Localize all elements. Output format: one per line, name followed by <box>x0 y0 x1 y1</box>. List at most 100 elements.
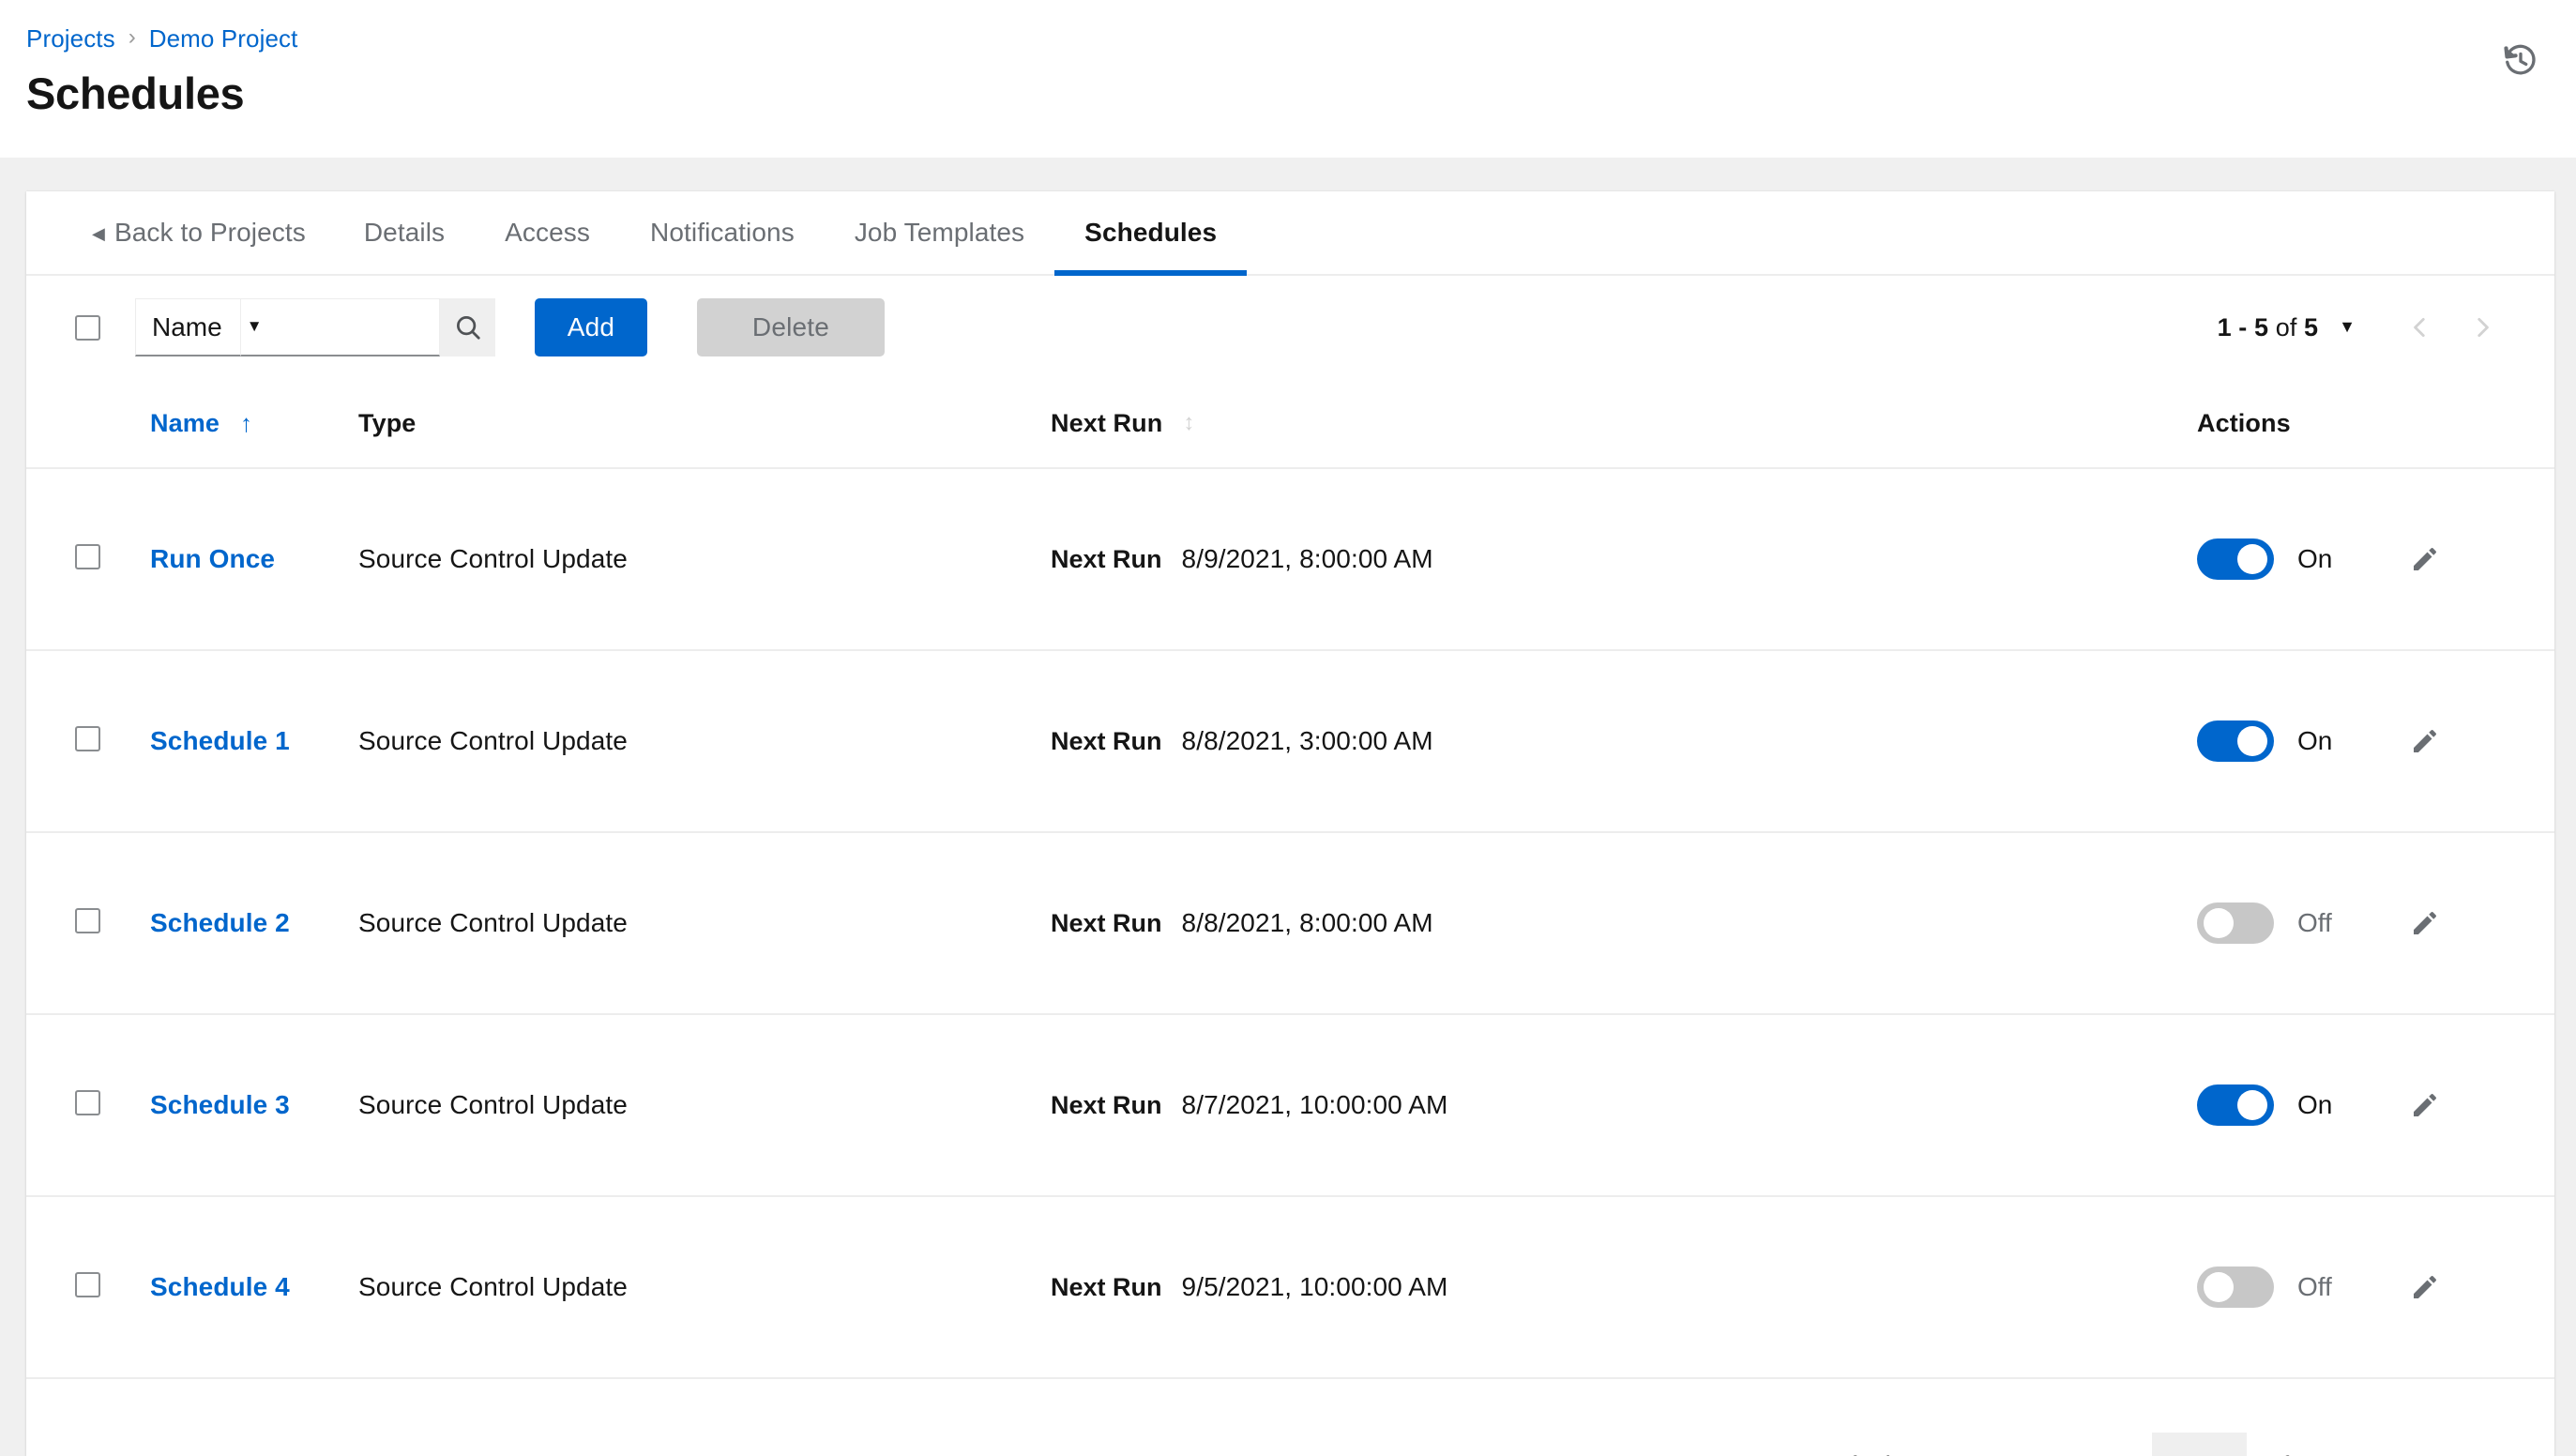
page-number-input[interactable] <box>2152 1433 2247 1456</box>
pencil-icon <box>2410 908 2440 938</box>
row-actions: Off <box>2197 897 2513 949</box>
row-enable-toggle[interactable] <box>2197 902 2274 944</box>
tab-bar: ◀ Back to Projects Details Access Notifi… <box>26 191 2554 276</box>
row-name-link[interactable]: Schedule 2 <box>150 908 290 937</box>
chevron-right-icon <box>2470 315 2494 340</box>
row-next-run-label: Next Run <box>1051 727 1162 756</box>
row-enable-toggle[interactable] <box>2197 1084 2274 1126</box>
row-next-run-cell: Next Run 8/9/2021, 8:00:00 AM <box>1051 544 2197 574</box>
column-header-name[interactable]: Name ↑ <box>150 409 358 438</box>
row-select-checkbox[interactable] <box>75 1090 100 1115</box>
tab-notifications[interactable]: Notifications <box>620 191 825 274</box>
column-header-type-label: Type <box>358 409 416 438</box>
row-type: Source Control Update <box>358 908 628 937</box>
row-type: Source Control Update <box>358 726 628 755</box>
tab-job-templates[interactable]: Job Templates <box>825 191 1054 274</box>
row-next-run-value: 8/9/2021, 8:00:00 AM <box>1182 544 1433 574</box>
filter-type-select[interactable]: Name ▼ <box>135 298 241 356</box>
column-header-next-run-label: Next Run <box>1051 409 1162 438</box>
row-next-run-cell: Next Run 8/7/2021, 10:00:00 AM <box>1051 1090 2197 1120</box>
footer-prev-page-button[interactable] <box>2081 1435 2141 1456</box>
row-name-link[interactable]: Schedule 3 <box>150 1090 290 1119</box>
chevron-right-icon: › <box>129 26 136 49</box>
row-next-run-label: Next Run <box>1051 909 1162 938</box>
sort-updown-icon: ↕ <box>1183 412 1194 434</box>
history-icon <box>2503 43 2538 79</box>
page-header: Projects › Demo Project Schedules <box>0 0 2576 158</box>
row-next-run-label: Next Run <box>1051 545 1162 574</box>
row-enable-toggle[interactable] <box>2197 538 2274 580</box>
footer-of-pages-label: of 1 page <box>2267 1451 2374 1456</box>
chevron-down-icon: ▼ <box>247 317 263 336</box>
row-type: Source Control Update <box>358 1090 628 1119</box>
pagination-prev-button[interactable] <box>2389 298 2451 356</box>
table-row: Schedule 1 Source Control Update Next Ru… <box>26 651 2554 833</box>
table-footer-pagination: 1 - 5 of 5 items ▼ of 1 page <box>26 1379 2554 1456</box>
delete-button[interactable]: Delete <box>697 298 885 356</box>
tab-back-to-projects[interactable]: ◀ Back to Projects <box>68 191 334 274</box>
search-icon <box>454 313 482 341</box>
table-row: Schedule 2 Source Control Update Next Ru… <box>26 833 2554 1015</box>
search-input[interactable] <box>241 298 440 356</box>
row-edit-button[interactable] <box>2399 533 2451 585</box>
row-select-checkbox[interactable] <box>75 908 100 933</box>
row-next-run-cell: Next Run 8/8/2021, 3:00:00 AM <box>1051 726 2197 756</box>
breadcrumb-item-demo-project[interactable]: Demo Project <box>149 24 298 53</box>
history-button[interactable] <box>2490 30 2552 92</box>
footer-last-page-button[interactable] <box>2453 1435 2513 1456</box>
tab-details[interactable]: Details <box>334 191 475 274</box>
search-group: Name ▼ <box>135 298 495 356</box>
pencil-icon <box>2410 1272 2440 1302</box>
row-type: Source Control Update <box>358 1272 628 1301</box>
tab-back-to-projects-label: Back to Projects <box>114 218 306 248</box>
row-next-run-cell: Next Run 9/5/2021, 10:00:00 AM <box>1051 1272 2197 1302</box>
tab-schedules[interactable]: Schedules <box>1054 191 1247 274</box>
pencil-icon <box>2410 544 2440 574</box>
chevron-left-icon <box>2408 315 2432 340</box>
table-row: Schedule 3 Source Control Update Next Ru… <box>26 1015 2554 1197</box>
row-toggle-label: On <box>2297 726 2372 756</box>
table-header-row: Name ↑ Type Next Run ↕ Actions <box>26 379 2554 469</box>
footer-next-page-button[interactable] <box>2393 1435 2453 1456</box>
row-edit-button[interactable] <box>2399 1261 2451 1313</box>
pagination-summary: 1 - 5 of 5 <box>2218 313 2319 342</box>
schedules-card: ◀ Back to Projects Details Access Notifi… <box>26 191 2554 1456</box>
page-title: Schedules <box>26 68 2531 119</box>
row-name-link[interactable]: Run Once <box>150 544 275 573</box>
row-name-link[interactable]: Schedule 4 <box>150 1272 290 1301</box>
row-select-checkbox[interactable] <box>75 544 100 569</box>
column-header-actions: Actions <box>2197 409 2513 438</box>
row-enable-toggle[interactable] <box>2197 720 2274 762</box>
column-header-type: Type <box>358 409 1051 438</box>
arrow-up-icon: ↑ <box>240 411 252 435</box>
row-enable-toggle[interactable] <box>2197 1266 2274 1308</box>
row-select-checkbox[interactable] <box>75 1272 100 1297</box>
column-header-actions-label: Actions <box>2197 409 2291 438</box>
row-edit-button[interactable] <box>2399 1079 2451 1131</box>
row-type: Source Control Update <box>358 544 628 573</box>
breadcrumb: Projects › Demo Project <box>26 21 2531 56</box>
pagination-next-button[interactable] <box>2451 298 2513 356</box>
row-name-link[interactable]: Schedule 1 <box>150 726 290 755</box>
row-select-checkbox[interactable] <box>75 726 100 751</box>
breadcrumb-item-projects[interactable]: Projects <box>26 24 115 53</box>
search-button[interactable] <box>440 298 495 356</box>
tab-access-label: Access <box>505 218 590 248</box>
footer-first-page-button[interactable] <box>2021 1435 2081 1456</box>
select-all-checkbox[interactable] <box>75 315 100 341</box>
add-button[interactable]: Add <box>535 298 647 356</box>
row-edit-button[interactable] <box>2399 715 2451 767</box>
pencil-icon <box>2410 726 2440 756</box>
row-toggle-label: On <box>2297 544 2372 574</box>
tab-access[interactable]: Access <box>475 191 620 274</box>
row-edit-button[interactable] <box>2399 897 2451 949</box>
row-next-run-value: 9/5/2021, 10:00:00 AM <box>1182 1272 1448 1302</box>
column-header-next-run[interactable]: Next Run ↕ <box>1051 409 2197 438</box>
row-actions: On <box>2197 1079 2513 1131</box>
row-toggle-label: Off <box>2297 908 2372 938</box>
footer-pagination-summary: 1 - 5 of 5 items <box>1777 1451 1946 1456</box>
row-actions: Off <box>2197 1261 2513 1313</box>
pencil-icon <box>2410 1090 2440 1120</box>
pagination-perpage-caret-icon[interactable]: ▼ <box>2339 317 2356 337</box>
row-toggle-label: Off <box>2297 1272 2372 1302</box>
